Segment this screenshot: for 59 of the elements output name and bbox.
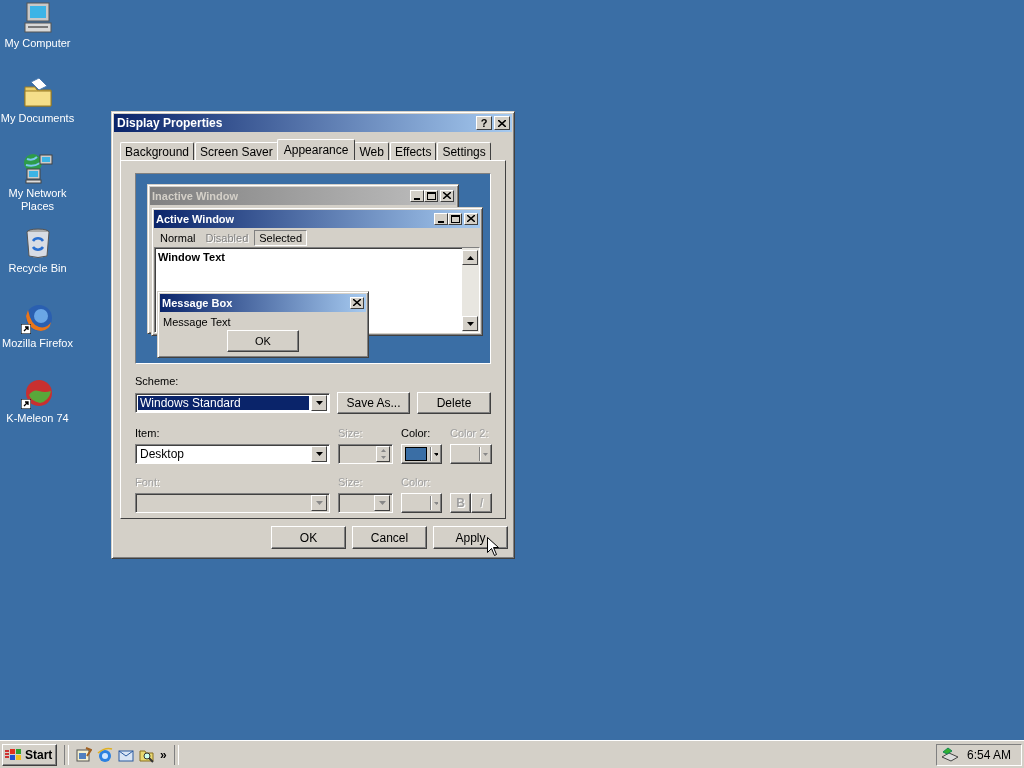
close-icon: [440, 190, 454, 202]
more-icons-button[interactable]: »: [160, 747, 167, 762]
scheme-value: Windows Standard: [138, 396, 309, 410]
network-icon[interactable]: [21, 152, 54, 184]
tab[interactable]: Appearance: [276, 139, 356, 160]
start-button[interactable]: Start: [2, 743, 57, 766]
folder-icon[interactable]: [21, 77, 54, 109]
dropdown-arrow-icon: [433, 501, 438, 505]
tab[interactable]: Screen Saver: [195, 142, 278, 160]
menu-item: Disabled: [204, 230, 250, 245]
show-desktop-icon[interactable]: [76, 746, 92, 763]
window-title: Active Window: [156, 213, 235, 225]
tab[interactable]: Effects: [389, 142, 437, 160]
dropdown-field[interactable]: Desktop: [135, 444, 330, 464]
icon-label[interactable]: Mozilla Firefox: [0, 337, 75, 350]
scheme-button[interactable]: Save As...: [337, 392, 410, 414]
tab[interactable]: Background: [120, 142, 195, 160]
color-picker-button[interactable]: [401, 444, 442, 464]
dropdown-arrow-icon: [483, 452, 488, 456]
icon-label[interactable]: Recycle Bin: [0, 262, 75, 275]
maximize-icon: [448, 213, 462, 225]
mouse-cursor-icon: [487, 537, 499, 556]
scheme-label: Scheme:: [135, 375, 180, 389]
minimize-icon: [434, 213, 448, 225]
dialog-button[interactable]: Cancel: [352, 526, 427, 549]
tab[interactable]: Web: [354, 142, 389, 160]
window-title: Display Properties: [117, 116, 223, 130]
icon-label[interactable]: K-Meleon 74: [0, 412, 75, 425]
icon-label[interactable]: My Computer: [0, 37, 75, 50]
shortcut-arrow-icon: [21, 399, 31, 409]
clock: 6:54 AM: [967, 747, 1012, 762]
browser-icon[interactable]: [97, 746, 113, 763]
scheme-dropdown[interactable]: Windows Standard: [135, 393, 330, 413]
windows-logo-icon: [5, 747, 23, 762]
ok-button[interactable]: OK: [227, 330, 299, 352]
scheme-button[interactable]: Delete: [417, 392, 491, 414]
icon-label[interactable]: My Network Places: [0, 187, 75, 213]
computer-icon[interactable]: [21, 2, 54, 34]
message-text: Message Text: [162, 315, 232, 330]
window-title: Message Box: [162, 297, 233, 309]
maximize-icon: [424, 190, 438, 202]
close-button[interactable]: [494, 116, 510, 130]
close-icon[interactable]: [498, 119, 506, 127]
dropdown-value: Desktop: [139, 447, 186, 461]
close-icon: [350, 297, 364, 309]
shortcut-arrow-icon: [21, 324, 31, 334]
window-title: Inactive Window: [152, 190, 239, 202]
field-label: Color:: [401, 427, 432, 441]
icon-label[interactable]: My Documents: [0, 112, 75, 125]
dropdown-arrow-icon: [433, 452, 438, 456]
help-button[interactable]: ?: [476, 116, 492, 130]
close-icon: [464, 213, 478, 225]
minimize-icon: [410, 190, 424, 202]
field-label: Item:: [135, 427, 161, 441]
tab[interactable]: Settings: [437, 142, 491, 160]
dialog-button[interactable]: OK: [271, 526, 346, 549]
dialog-button[interactable]: Apply: [433, 526, 508, 549]
network-status-icon[interactable]: [941, 746, 959, 763]
window-text: Window Text: [157, 250, 226, 265]
